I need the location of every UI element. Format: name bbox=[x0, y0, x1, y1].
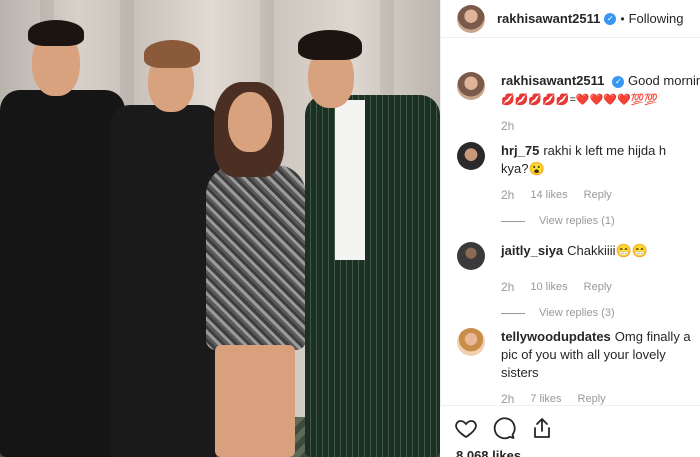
comment-likes[interactable]: 10 likes bbox=[530, 278, 567, 296]
comment-avatar[interactable] bbox=[457, 328, 485, 356]
author-avatar[interactable] bbox=[457, 4, 485, 33]
caption: rakhisawant2511 ✓ Good morning 💋💋💋💋💋=❤️❤️… bbox=[457, 72, 700, 135]
comment-username[interactable]: tellywoodupdates bbox=[501, 329, 611, 344]
heart-icon[interactable] bbox=[454, 416, 478, 440]
caption-time[interactable]: 2h bbox=[501, 117, 514, 135]
view-replies-label: View replies (1) bbox=[539, 215, 615, 227]
share-icon[interactable] bbox=[530, 416, 554, 440]
replies-divider bbox=[501, 312, 525, 314]
comment-text: Chakkiiii😁😁 bbox=[567, 243, 648, 258]
replies-divider bbox=[501, 220, 525, 222]
verified-badge-icon: ✓ bbox=[612, 75, 625, 88]
view-replies-button[interactable]: View replies (1) bbox=[501, 212, 692, 230]
comment-username[interactable]: jaitly_siya bbox=[501, 243, 563, 258]
author-username[interactable]: rakhisawant2511 bbox=[497, 11, 600, 26]
comment-time[interactable]: 2h bbox=[501, 278, 514, 296]
comment-avatar[interactable] bbox=[457, 142, 485, 170]
caption-username[interactable]: rakhisawant2511 bbox=[501, 73, 604, 88]
comment: hrj_75 rakhi k left me hijda h kya?😮 2h 1… bbox=[457, 142, 692, 230]
post-actions-bar: 8,068 likes bbox=[440, 405, 700, 457]
comment-likes[interactable]: 14 likes bbox=[530, 186, 567, 204]
reply-button[interactable]: Reply bbox=[584, 186, 612, 204]
comment-username[interactable]: hrj_75 bbox=[501, 143, 539, 158]
likes-count[interactable]: 8,068 likes bbox=[456, 448, 521, 457]
separator-dot: • bbox=[620, 11, 625, 26]
comment: jaitly_siya Chakkiiii😁😁 2h 10 likes Reply… bbox=[457, 242, 692, 322]
follow-button[interactable]: Following bbox=[629, 11, 684, 26]
caption-text: Good morning bbox=[627, 73, 700, 88]
post-details-panel: rakhisawant2511 ✓ • Following rakhisawan… bbox=[440, 0, 700, 457]
post-header: rakhisawant2511 ✓ • Following bbox=[441, 0, 700, 38]
comment-time[interactable]: 2h bbox=[501, 186, 514, 204]
comment-avatar[interactable] bbox=[457, 242, 485, 270]
comment-icon[interactable] bbox=[492, 416, 516, 440]
reply-button[interactable]: Reply bbox=[584, 278, 612, 296]
caption-emojis: 💋💋💋💋💋=❤️❤️❤️❤️💯💯 bbox=[501, 94, 659, 106]
caption-avatar[interactable] bbox=[457, 72, 485, 100]
verified-badge-icon: ✓ bbox=[604, 12, 617, 25]
view-replies-label: View replies (3) bbox=[539, 307, 615, 319]
post-photo[interactable] bbox=[0, 0, 440, 457]
comment: tellywoodupdates Omg finally a pic of you… bbox=[457, 328, 692, 408]
view-replies-button[interactable]: View replies (3) bbox=[501, 304, 648, 322]
